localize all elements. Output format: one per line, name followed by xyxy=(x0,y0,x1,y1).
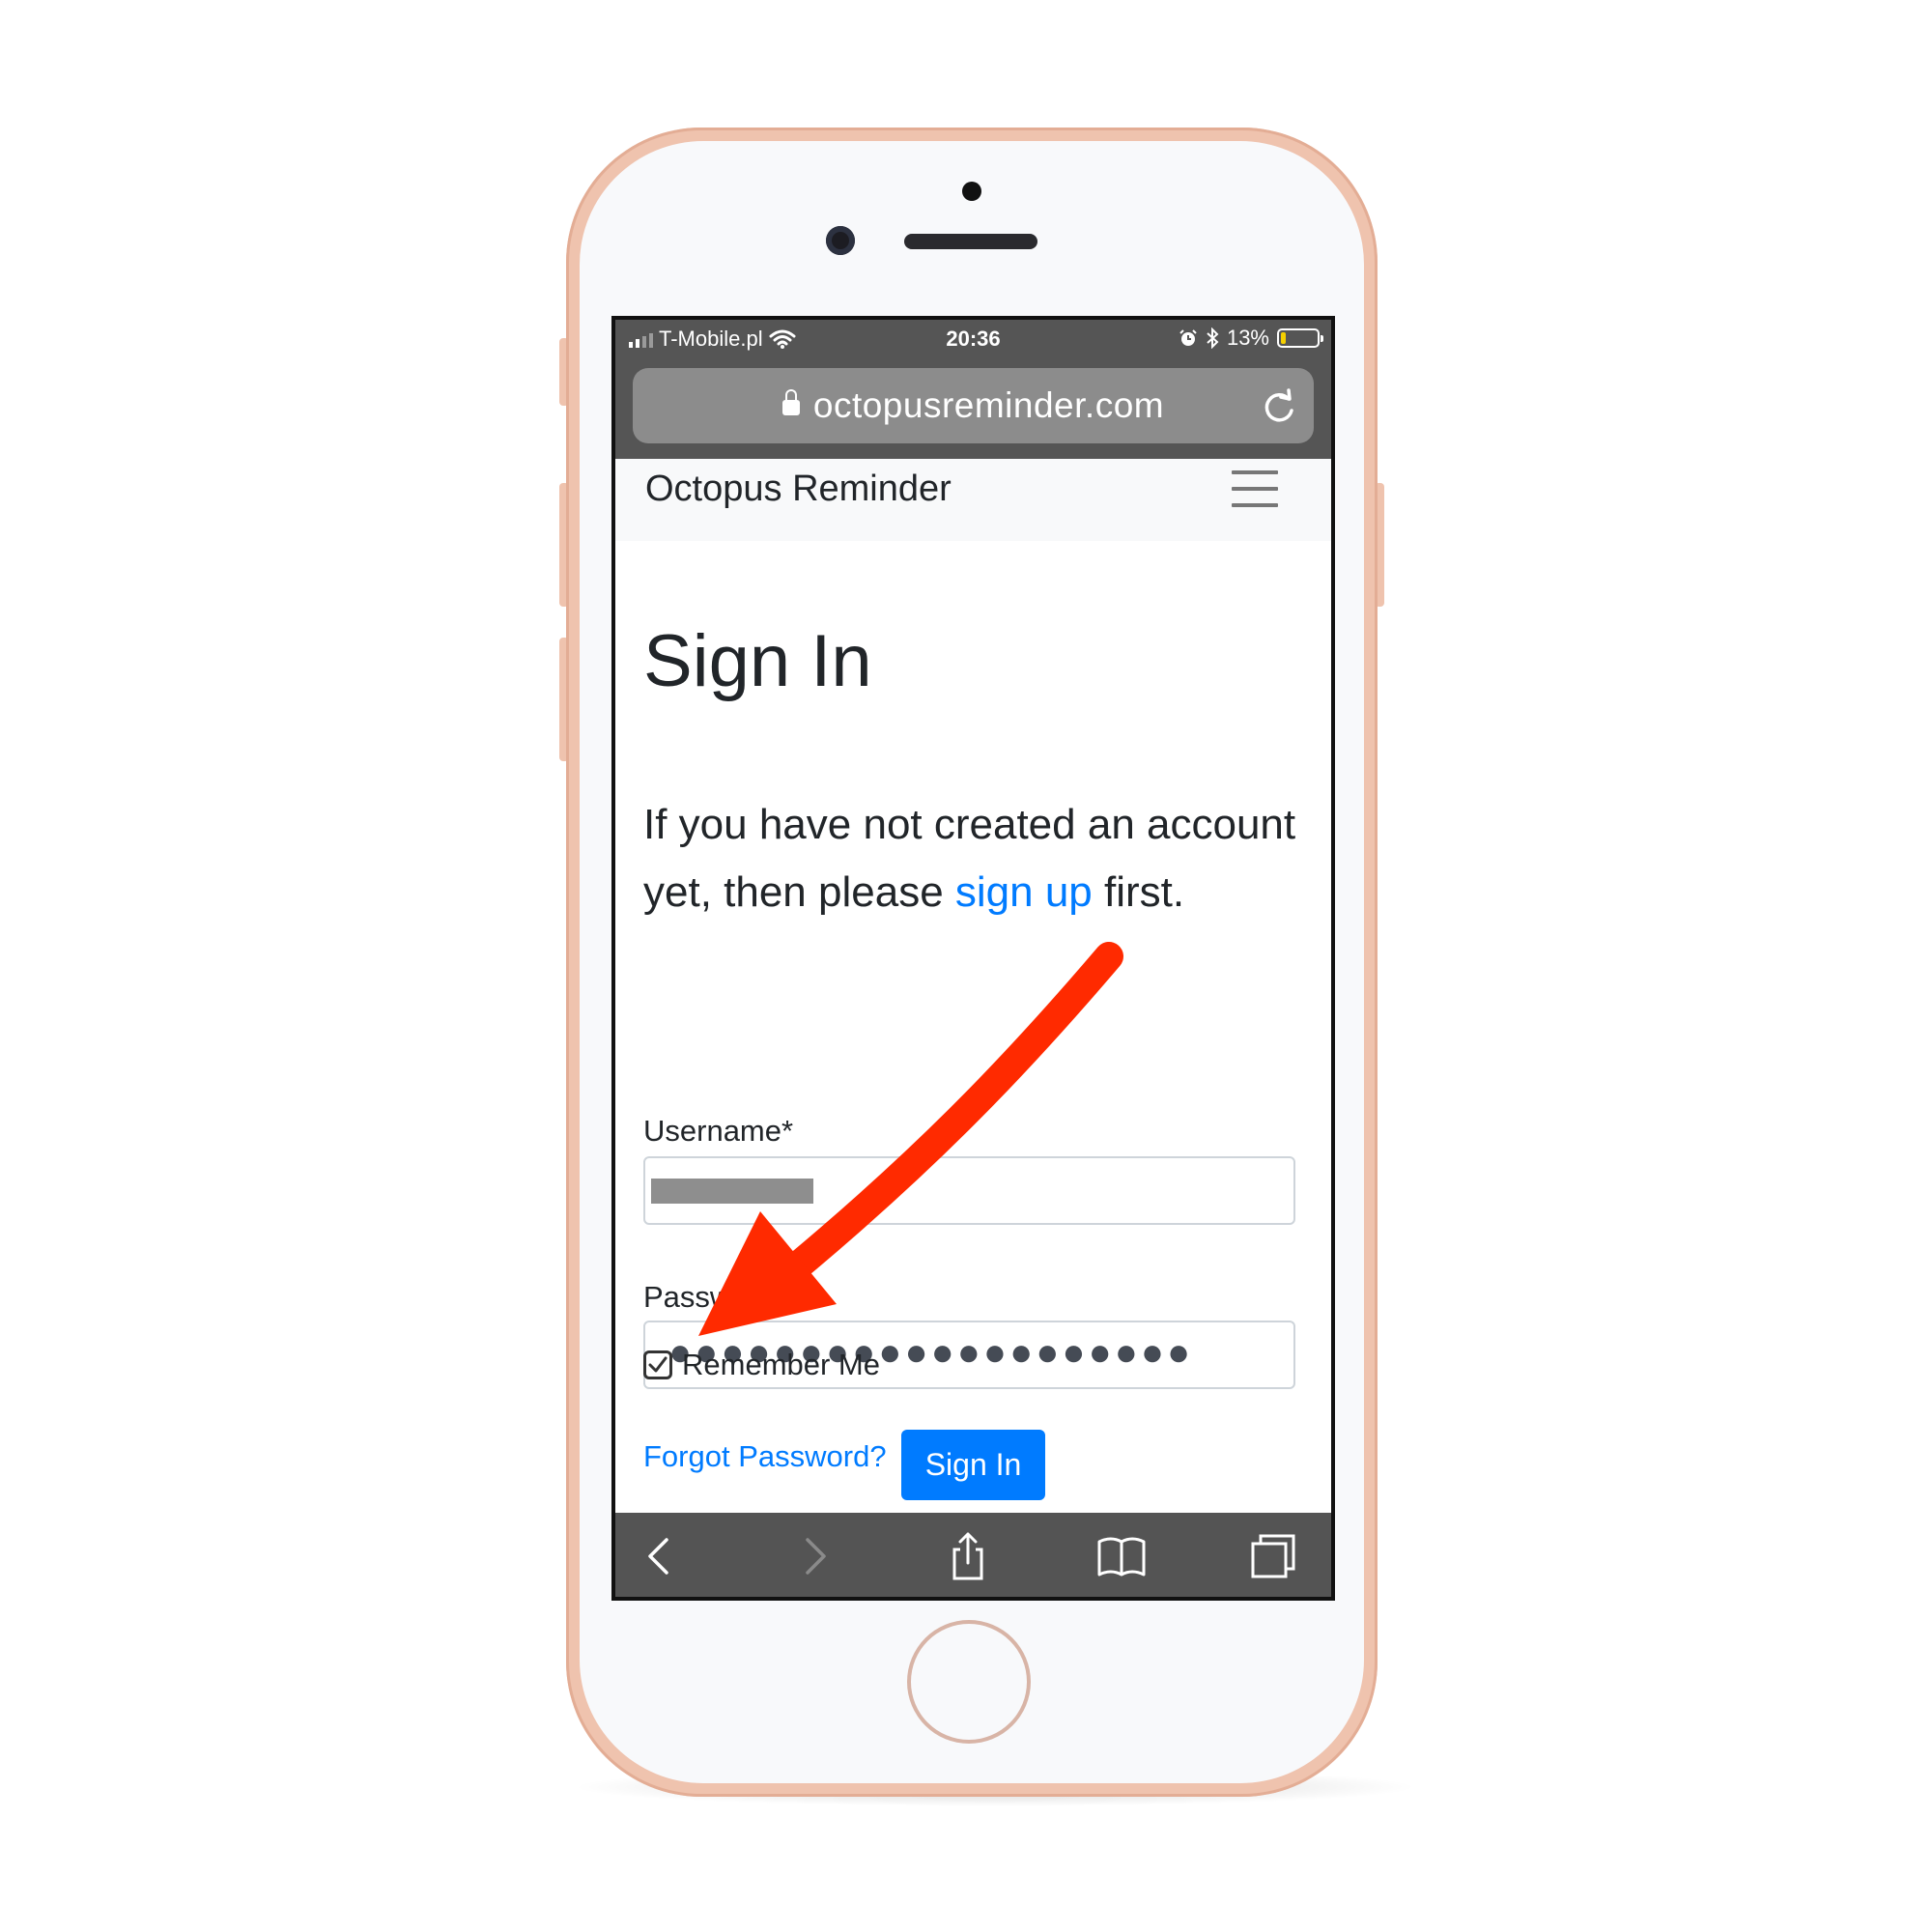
remember-me-checkbox[interactable] xyxy=(643,1350,672,1379)
browser-header: octopusreminder.com xyxy=(615,363,1331,459)
page-title: Sign In xyxy=(643,620,872,702)
lock-icon xyxy=(781,389,800,415)
tabs-icon[interactable] xyxy=(1247,1530,1299,1582)
intro-text-end: first. xyxy=(1092,868,1185,916)
username-field[interactable] xyxy=(643,1156,1295,1225)
proximity-sensor xyxy=(962,182,981,201)
earpiece-speaker xyxy=(904,234,1037,249)
remember-me[interactable]: Remember Me xyxy=(643,1348,880,1382)
alarm-icon xyxy=(1179,329,1197,346)
address-bar[interactable]: octopusreminder.com xyxy=(633,368,1314,443)
signup-prompt: If you have not created an account yet, … xyxy=(643,791,1310,926)
chevron-right-icon[interactable] xyxy=(787,1530,839,1582)
hamburger-icon[interactable] xyxy=(1232,470,1278,507)
front-camera-icon xyxy=(826,226,855,255)
book-icon[interactable] xyxy=(1095,1530,1148,1582)
phone-screen: T-Mobile.pl 20:36 13% octopusreminder.co… xyxy=(611,316,1335,1601)
password-label: Password* xyxy=(643,1280,787,1314)
reload-icon[interactable] xyxy=(1260,387,1298,426)
sign-up-link[interactable]: sign up xyxy=(955,868,1093,916)
share-icon[interactable] xyxy=(942,1530,994,1582)
bluetooth-icon xyxy=(1207,327,1219,349)
remember-me-label: Remember Me xyxy=(682,1348,880,1381)
site-navbar: Octopus Reminder xyxy=(615,459,1331,541)
status-right-group: 13% xyxy=(1179,326,1323,351)
site-brand[interactable]: Octopus Reminder xyxy=(645,469,952,510)
url-text: octopusreminder.com xyxy=(812,385,1165,425)
checkmark-icon xyxy=(648,1356,668,1373)
home-button[interactable] xyxy=(907,1620,1031,1744)
forgot-password-link[interactable]: Forgot Password? xyxy=(643,1439,887,1474)
battery-icon xyxy=(1277,328,1323,348)
username-label: Username* xyxy=(643,1114,794,1148)
status-bar: T-Mobile.pl 20:36 13% xyxy=(615,320,1331,363)
redacted-username xyxy=(651,1179,813,1204)
browser-toolbar xyxy=(615,1513,1331,1597)
battery-percent: 13% xyxy=(1226,326,1269,350)
url-display: octopusreminder.com xyxy=(633,385,1314,426)
sign-in-button[interactable]: Sign In xyxy=(901,1430,1045,1500)
battery-level xyxy=(1281,332,1286,344)
chevron-left-icon[interactable] xyxy=(635,1530,687,1582)
